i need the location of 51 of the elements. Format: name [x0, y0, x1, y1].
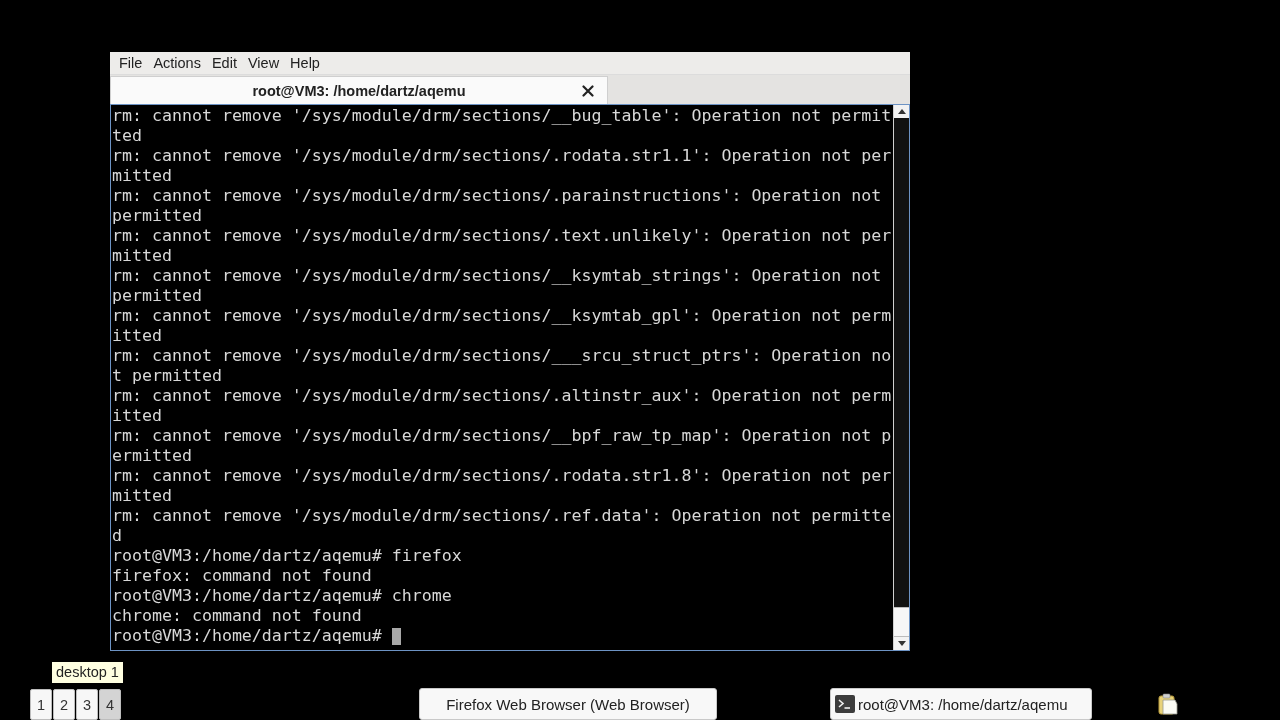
terminal-line: ted	[112, 126, 142, 146]
terminal-line: d	[112, 526, 122, 546]
desktop-button[interactable]: 3	[76, 689, 98, 720]
terminal-line: root@VM3:/home/dartz/aqemu# firefox	[112, 546, 462, 566]
menu-item[interactable]: Edit	[206, 53, 242, 73]
up-arrow-icon	[897, 109, 906, 114]
terminal-line: rm: cannot remove '/sys/module/drm/sections/.altinstr_aux': Operation not perm	[112, 386, 892, 406]
terminal-line: rm: cannot remove '/sys/module/drm/sections/.text.unlikely': Operation not per	[112, 226, 892, 246]
terminal-line: permitted	[112, 286, 202, 306]
menu-item[interactable]: Help	[285, 53, 325, 73]
terminal-line: rm: cannot remove '/sys/module/drm/sections/__bug_table': Operation not permit	[112, 106, 892, 126]
terminal-line: mitted	[112, 166, 172, 186]
terminal-line: itted	[112, 326, 162, 346]
desktop-button[interactable]: 2	[53, 689, 75, 720]
terminal-line: chrome: command not found	[112, 606, 362, 626]
scrollbar-thumb[interactable]	[894, 607, 909, 637]
terminal-line: ermitted	[112, 446, 192, 466]
tooltip: desktop 1	[52, 662, 123, 683]
menu-item[interactable]: Actions	[148, 53, 206, 73]
terminal-line: rm: cannot remove '/sys/module/drm/sections/.rodata.str1.1': Operation not per	[112, 146, 892, 166]
taskbar-button[interactable]: Firefox Web Browser (Web Browser)	[419, 688, 717, 720]
terminal-icon	[835, 695, 855, 713]
menu-item[interactable]: File	[114, 53, 148, 73]
task-label: root@VM3: /home/dartz/aqemu	[858, 695, 1068, 713]
terminal-line: root@VM3:/home/dartz/aqemu# chrome	[112, 586, 452, 606]
terminal-line: rm: cannot remove '/sys/module/drm/sections/__ksymtab_strings': Operation not	[112, 266, 882, 286]
terminal-line: firefox: command not found	[112, 566, 372, 586]
terminal-line: itted	[112, 406, 162, 426]
terminal-line: root@VM3:/home/dartz/aqemu#	[112, 626, 382, 646]
down-arrow-icon	[897, 641, 906, 646]
scrollbar-track[interactable]	[893, 105, 909, 650]
terminal-line: t permitted	[112, 366, 222, 386]
terminal-line: rm: cannot remove '/sys/module/drm/sections/__ksymtab_gpl': Operation not perm	[112, 306, 892, 326]
terminal-line: rm: cannot remove '/sys/module/drm/sections/.ref.data': Operation not permitte	[112, 506, 892, 526]
scroll-up-button[interactable]	[894, 105, 909, 118]
desktop-button[interactable]: 1	[30, 689, 52, 720]
taskbar-button[interactable]: root@VM3: /home/dartz/aqemu	[830, 688, 1092, 720]
menu-item[interactable]: View	[242, 53, 285, 73]
clipboard-icon[interactable]	[1158, 693, 1178, 715]
task-label: Firefox Web Browser (Web Browser)	[446, 695, 690, 713]
terminal-line: mitted	[112, 246, 172, 266]
close-icon[interactable]	[582, 85, 594, 97]
tab[interactable]: root@VM3: /home/dartz/aqemu	[110, 76, 608, 104]
terminal-line: permitted	[112, 206, 202, 226]
terminal-line: rm: cannot remove '/sys/module/drm/sections/.parainstructions': Operation not	[112, 186, 882, 206]
scroll-down-button[interactable]	[894, 637, 909, 650]
terminal-line: mitted	[112, 486, 172, 506]
desktop-button[interactable]: 4	[99, 689, 121, 720]
terminal-line: rm: cannot remove '/sys/module/drm/sections/__bpf_raw_tp_map': Operation not p	[112, 426, 892, 446]
terminal-line: rm: cannot remove '/sys/module/drm/sections/___srcu_struct_ptrs': Operation no	[112, 346, 892, 366]
terminal-line: rm: cannot remove '/sys/module/drm/sections/.rodata.str1.8': Operation not per	[112, 466, 892, 486]
